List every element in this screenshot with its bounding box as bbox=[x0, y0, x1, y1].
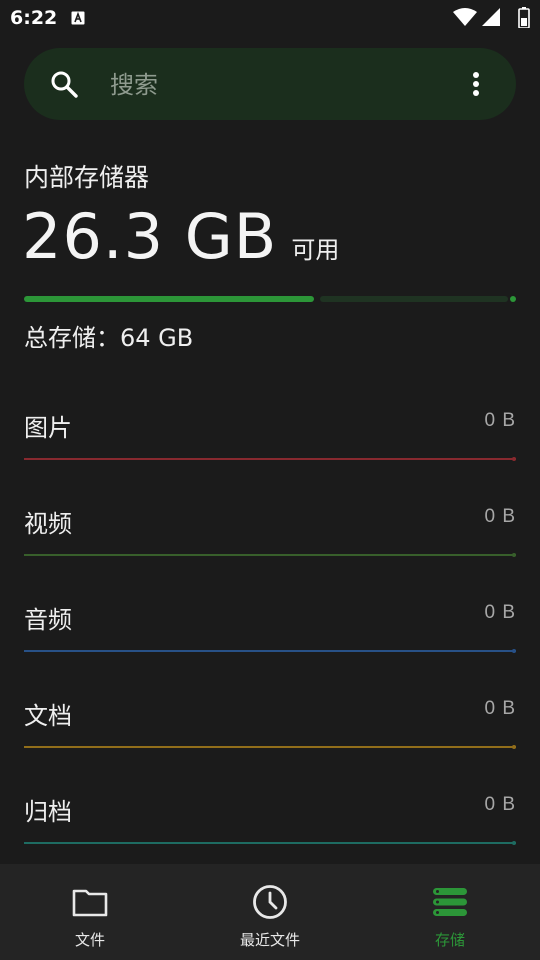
nav-label: 文件 bbox=[74, 931, 105, 949]
nav-label: 最近文件 bbox=[239, 931, 300, 949]
usage-used-segment bbox=[24, 296, 314, 302]
clock-icon bbox=[253, 885, 287, 919]
total-storage: 总存储：64 GB bbox=[24, 324, 194, 352]
status-time: 6:22 bbox=[10, 7, 58, 29]
category-bar bbox=[24, 649, 516, 653]
search-bar[interactable] bbox=[24, 48, 516, 120]
status-bar: 6:22 bbox=[0, 0, 540, 36]
category-audio[interactable]: 音频 0 B bbox=[24, 600, 516, 660]
usage-end-dot bbox=[510, 296, 516, 302]
category-bar bbox=[24, 457, 516, 461]
nav-files[interactable]: 文件 bbox=[0, 864, 180, 960]
category-name: 图片 bbox=[24, 414, 72, 442]
storage-title: 内部存储器 bbox=[24, 163, 150, 192]
category-videos[interactable]: 视频 0 B bbox=[24, 504, 516, 564]
category-size: 0 B bbox=[484, 794, 516, 815]
storage-icon bbox=[433, 888, 467, 916]
battery-icon bbox=[518, 7, 530, 28]
search-input[interactable] bbox=[108, 66, 452, 104]
category-name: 音频 bbox=[24, 606, 72, 634]
signal-icon bbox=[482, 8, 500, 26]
more-vert-icon[interactable] bbox=[462, 70, 490, 98]
wifi-icon bbox=[453, 8, 477, 26]
category-size: 0 B bbox=[484, 602, 516, 623]
category-bar-dot bbox=[512, 553, 516, 557]
storage-usage-bar bbox=[24, 296, 516, 302]
search-icon[interactable] bbox=[50, 70, 78, 98]
category-archives[interactable]: 归档 0 B bbox=[24, 792, 516, 852]
category-bar bbox=[24, 745, 516, 749]
bottom-navigation: 文件 最近文件 存储 bbox=[0, 864, 540, 960]
category-bar-dot bbox=[512, 841, 516, 845]
category-size: 0 B bbox=[484, 506, 516, 527]
folder-icon bbox=[72, 889, 108, 917]
free-space-value: 26.3 GB bbox=[22, 200, 278, 273]
category-name: 归档 bbox=[24, 798, 72, 826]
free-space-unit: 可用 bbox=[291, 236, 340, 264]
category-name: 视频 bbox=[24, 510, 72, 538]
nav-storage[interactable]: 存储 bbox=[360, 864, 540, 960]
category-documents[interactable]: 文档 0 B bbox=[24, 696, 516, 756]
category-images[interactable]: 图片 0 B bbox=[24, 408, 516, 468]
category-bar-dot bbox=[512, 745, 516, 749]
nav-recent[interactable]: 最近文件 bbox=[180, 864, 360, 960]
nav-label: 存储 bbox=[434, 931, 465, 949]
usage-free-segment bbox=[320, 296, 508, 302]
free-space: 26.3 GB 可用 bbox=[22, 200, 339, 280]
category-size: 0 B bbox=[484, 698, 516, 719]
accessibility-a-icon bbox=[71, 11, 85, 25]
category-name: 文档 bbox=[24, 702, 72, 730]
category-bar-dot bbox=[512, 457, 516, 461]
category-size: 0 B bbox=[484, 410, 516, 431]
category-bar-dot bbox=[512, 649, 516, 653]
category-bar bbox=[24, 553, 516, 557]
category-bar bbox=[24, 841, 516, 845]
